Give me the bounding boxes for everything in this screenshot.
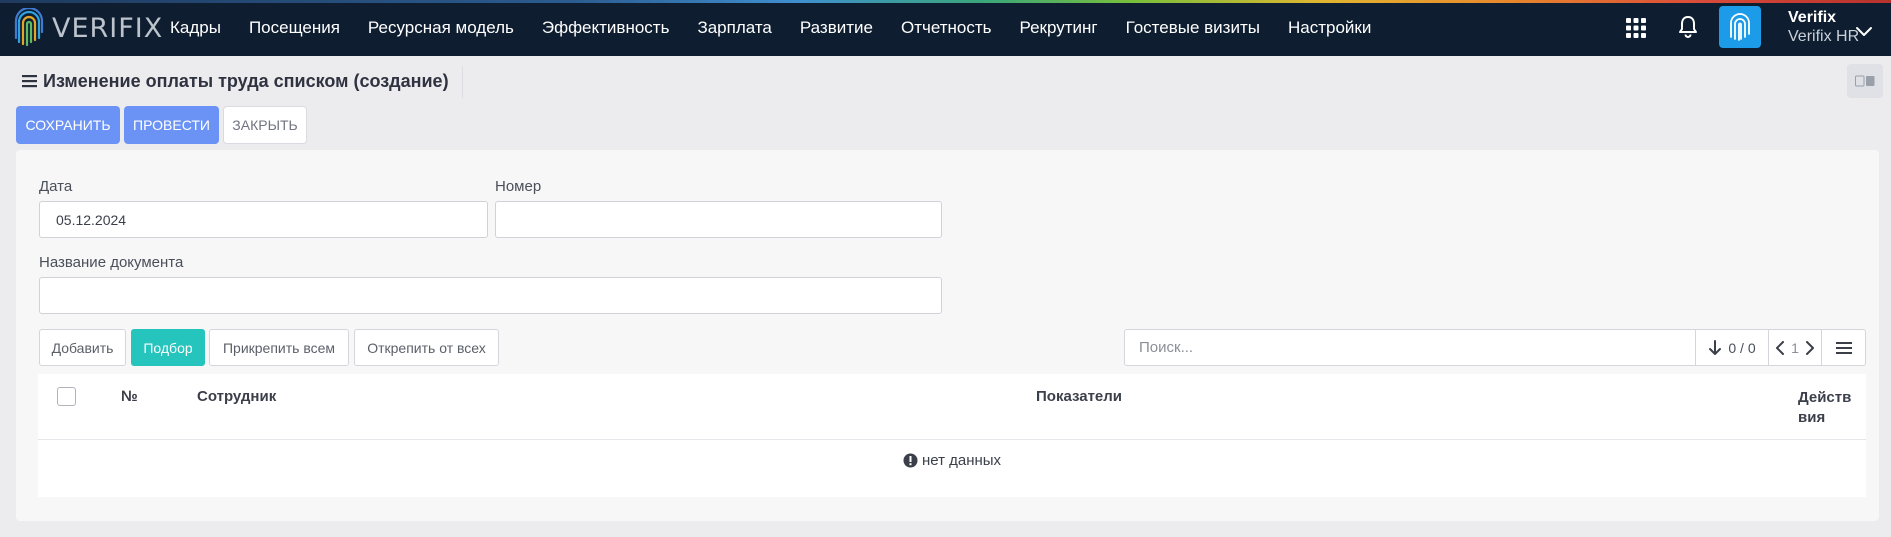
arrow-down-icon [1709, 339, 1722, 355]
search-placeholder: Поиск... [1139, 339, 1194, 356]
document-name-field[interactable] [39, 277, 942, 314]
detach-all-button[interactable]: Открепить от всех [354, 329, 499, 366]
number-label: Номер [495, 178, 542, 195]
translate-button[interactable] [1847, 64, 1883, 98]
column-header-number: № [121, 388, 138, 405]
header-separator [38, 439, 1866, 440]
app-logo[interactable]: VERIFIX [14, 7, 163, 49]
column-settings-button[interactable] [1821, 329, 1866, 366]
company-avatar[interactable] [1719, 6, 1761, 48]
top-navbar: VERIFIX Кадры Посещения Ресурсная модель… [0, 0, 1891, 56]
date-label: Дата [39, 178, 73, 195]
nav-item-salary[interactable]: Зарплата [697, 18, 771, 38]
nav-item-efficiency[interactable]: Эффективность [542, 18, 670, 38]
column-header-indicators: Показатели [1036, 388, 1123, 405]
attach-all-button[interactable]: Прикрепить всем [209, 329, 349, 366]
column-header-actions-line1: Действ [1798, 389, 1852, 406]
column-header-employee: Сотрудник [197, 388, 277, 405]
user-menu[interactable]: Verifix Verifix HR [1788, 8, 1859, 46]
empty-state: нет данных [38, 452, 1866, 469]
main-nav: Кадры Посещения Ресурсная модель Эффекти… [170, 0, 1399, 56]
apps-grid-icon[interactable] [1625, 17, 1647, 39]
nav-item-reports[interactable]: Отчетность [901, 18, 992, 38]
bell-icon[interactable] [1677, 15, 1699, 39]
post-button[interactable]: ПРОВЕСТИ [124, 106, 219, 144]
date-field[interactable]: 05.12.2024 [39, 201, 488, 238]
chevron-left-icon[interactable] [1775, 340, 1785, 355]
chevron-right-icon[interactable] [1805, 340, 1815, 355]
sort-count-control[interactable]: 0 / 0 [1695, 329, 1769, 366]
nav-item-settings[interactable]: Настройки [1288, 18, 1371, 38]
translate-icon [1855, 75, 1875, 87]
nav-item-resource-model[interactable]: Ресурсная модель [368, 18, 514, 38]
pick-button[interactable]: Подбор [131, 329, 205, 366]
employees-table: № Сотрудник Показатели Действ вия нет да… [38, 374, 1866, 497]
list-menu-icon [1835, 341, 1852, 354]
user-name: Verifix [1788, 9, 1837, 26]
title-divider [462, 66, 463, 98]
search-input[interactable]: Поиск... [1124, 329, 1696, 366]
info-circle-icon [903, 453, 918, 468]
nav-item-development[interactable]: Развитие [800, 18, 873, 38]
user-role: Verifix HR [1788, 28, 1860, 45]
page-title: Изменение оплаты труда списком (создание… [43, 70, 449, 91]
record-count: 0 / 0 [1728, 339, 1756, 356]
close-button[interactable]: ЗАКРЫТЬ [223, 106, 307, 144]
page-number: 1 [1791, 339, 1799, 356]
number-field[interactable] [495, 201, 942, 238]
column-header-actions: Действ вия [1798, 388, 1851, 428]
logo-text: VERIFIX [52, 12, 164, 44]
nav-item-guest-visits[interactable]: Гостевые визиты [1126, 18, 1260, 38]
date-value: 05.12.2024 [56, 211, 127, 228]
column-header-actions-line2: вия [1798, 409, 1826, 426]
page-header: Изменение оплаты труда списком (создание… [22, 66, 449, 96]
nav-item-staff[interactable]: Кадры [170, 18, 221, 38]
chevron-down-icon[interactable] [1855, 25, 1873, 37]
nav-item-recruiting[interactable]: Рекрутинг [1020, 18, 1098, 38]
add-button[interactable]: Добавить [39, 329, 126, 366]
fingerprint-logo-icon [14, 8, 44, 47]
select-all-checkbox[interactable] [57, 387, 76, 406]
document-name-label: Название документа [39, 254, 184, 271]
nav-item-attendance[interactable]: Посещения [249, 18, 340, 38]
empty-state-text: нет данных [921, 452, 1002, 469]
pagination: 1 [1768, 329, 1822, 366]
hamburger-menu-icon[interactable] [22, 74, 37, 88]
save-button[interactable]: СОХРАНИТЬ [16, 106, 120, 144]
fingerprint-icon [1730, 13, 1750, 41]
